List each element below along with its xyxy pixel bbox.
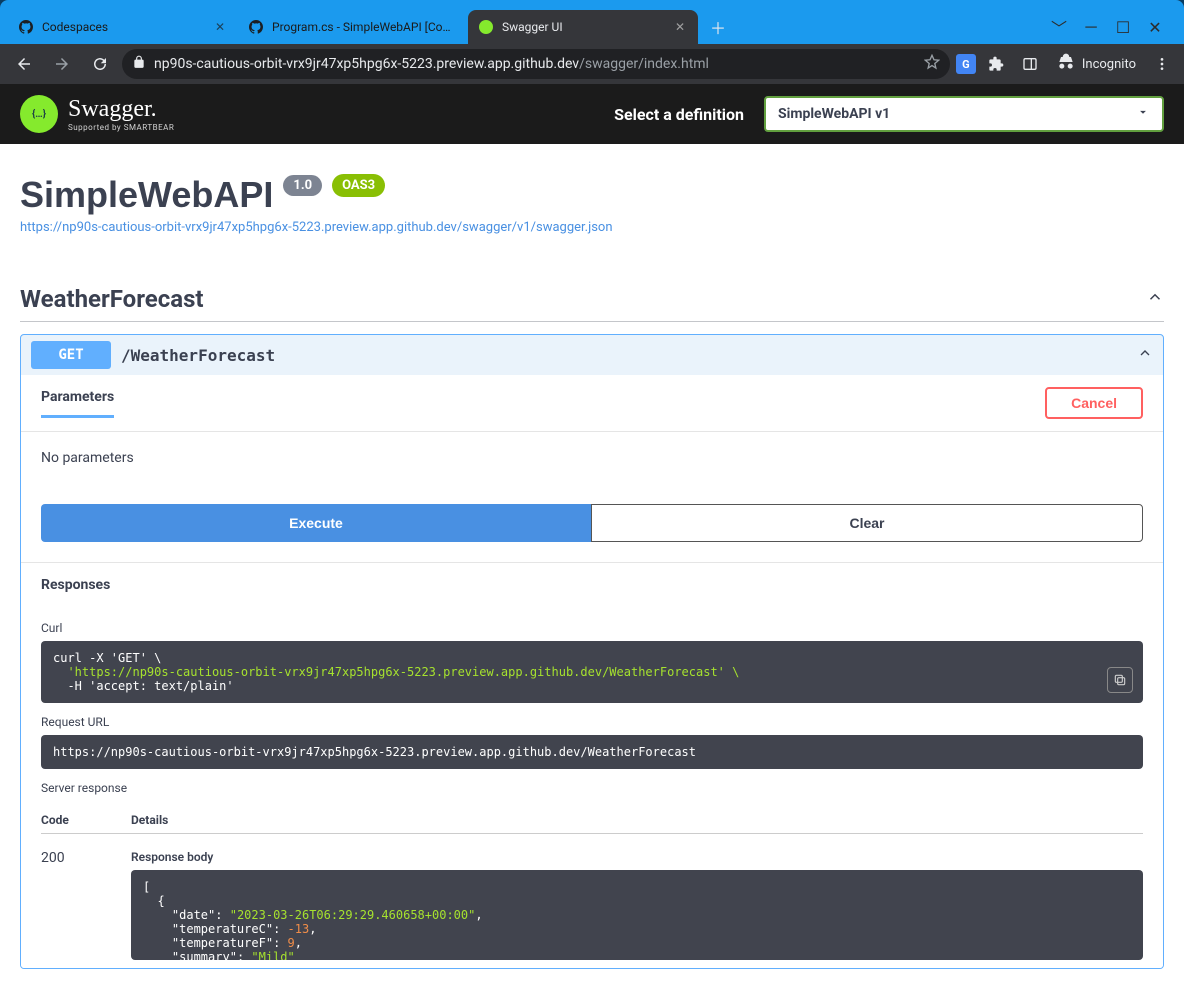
oas-badge: OAS3	[332, 174, 385, 197]
clear-button[interactable]: Clear	[591, 504, 1143, 542]
operation-summary[interactable]: GET /WeatherForecast	[21, 335, 1163, 375]
execute-button[interactable]: Execute	[41, 504, 591, 542]
swagger-body: SimpleWebAPI 1.0 OAS3 https://np90s-caut…	[0, 144, 1184, 999]
chevron-up-icon	[1146, 288, 1164, 310]
chevron-down-icon	[1136, 105, 1150, 123]
minimize-icon[interactable]: ─	[1084, 20, 1098, 34]
definition-select[interactable]: SimpleWebAPI v1	[764, 96, 1164, 132]
menu-icon[interactable]	[1148, 50, 1176, 78]
api-title-row: SimpleWebAPI 1.0 OAS3	[20, 174, 1164, 216]
tab-title: Program.cs - SimpleWebAPI [Co…	[272, 20, 458, 34]
code-column-header: Code	[41, 813, 131, 827]
swagger-brand: Swagger.	[68, 96, 174, 123]
details-column-header: Details	[131, 813, 168, 827]
tab-swagger-ui[interactable]: Swagger UI ✕	[468, 10, 698, 44]
swagger-topbar: {…} Swagger. Supported by SMARTBEAR Sele…	[0, 84, 1184, 144]
tag-section: WeatherForecast GET /WeatherForecast	[20, 285, 1164, 969]
back-button[interactable]	[8, 48, 40, 80]
close-window-icon[interactable]: ✕	[1148, 20, 1162, 34]
window-controls: ﹀ ─ ☐ ✕	[1052, 20, 1176, 44]
spec-url-link[interactable]: https://np90s-cautious-orbit-vrx9jr47xp5…	[20, 220, 1164, 235]
definition-selected: SimpleWebAPI v1	[778, 106, 890, 122]
response-json[interactable]: [ { "date": "2023-03-26T06:29:29.460658+…	[131, 870, 1143, 960]
chevron-up-icon	[1137, 345, 1153, 365]
tab-codespaces[interactable]: Codespaces ✕	[8, 10, 238, 44]
swagger-icon	[478, 19, 494, 35]
tag-name: WeatherForecast	[20, 285, 204, 313]
tab-program-cs[interactable]: Program.cs - SimpleWebAPI [Co…	[238, 10, 468, 44]
new-tab-button[interactable]: ＋	[704, 13, 732, 41]
response-row: 200 Response body [ { "date": "2023-03-2…	[41, 834, 1143, 960]
response-table-header: Code Details	[41, 805, 1143, 834]
cancel-button[interactable]: Cancel	[1045, 387, 1143, 419]
response-details: Response body [ { "date": "2023-03-26T06…	[131, 850, 1143, 960]
omnibox[interactable]: np90s-cautious-orbit-vrx9jr47xp5hpg6x-52…	[122, 49, 950, 79]
server-response-label: Server response	[41, 781, 1143, 795]
copy-icon[interactable]	[1107, 667, 1133, 693]
response-body-label: Response body	[131, 850, 1143, 864]
operation-body: Parameters Cancel No parameters Execute …	[21, 375, 1163, 968]
swagger-logo-text: Swagger. Supported by SMARTBEAR	[68, 96, 174, 132]
incognito-icon	[1056, 52, 1076, 76]
lock-icon	[132, 55, 146, 73]
operation-block: GET /WeatherForecast Parameters Cancel N…	[20, 334, 1164, 969]
translate-icon[interactable]: G	[956, 54, 976, 74]
close-icon[interactable]: ✕	[672, 19, 688, 35]
request-url-block: https://np90s-cautious-orbit-vrx9jr47xp5…	[41, 735, 1143, 769]
execute-row: Execute Clear	[21, 484, 1163, 562]
tabs-strip: Codespaces ✕ Program.cs - SimpleWebAPI […	[8, 0, 1052, 44]
browser-window: Codespaces ✕ Program.cs - SimpleWebAPI […	[0, 0, 1184, 1007]
extensions-icon[interactable]	[982, 50, 1010, 78]
chevron-down-icon[interactable]: ﹀	[1052, 20, 1066, 34]
swagger-logo-icon: {…}	[20, 95, 58, 133]
curl-label: Curl	[41, 621, 1143, 635]
reload-button[interactable]	[84, 48, 116, 80]
swagger-sub: Supported by SMARTBEAR	[68, 123, 174, 132]
request-url-label: Request URL	[41, 715, 1143, 729]
tag-header[interactable]: WeatherForecast	[20, 285, 1164, 322]
curl-block: curl -X 'GET' \ 'https://np90s-cautious-…	[41, 641, 1143, 703]
parameters-tab[interactable]: Parameters	[41, 389, 114, 418]
tab-title: Swagger UI	[502, 20, 664, 34]
incognito-chip[interactable]: Incognito	[1050, 52, 1142, 76]
titlebar: Codespaces ✕ Program.cs - SimpleWebAPI […	[0, 0, 1184, 44]
responses-header: Responses	[21, 562, 1163, 601]
incognito-label: Incognito	[1082, 57, 1136, 72]
definition-label: Select a definition	[614, 105, 744, 124]
parameters-bar: Parameters Cancel	[21, 375, 1163, 432]
responses-section: Curl curl -X 'GET' \ 'https://np90s-caut…	[21, 601, 1163, 968]
star-icon[interactable]	[924, 54, 940, 74]
maximize-icon[interactable]: ☐	[1116, 20, 1130, 34]
forward-button[interactable]	[46, 48, 78, 80]
swagger-logo: {…} Swagger. Supported by SMARTBEAR	[20, 95, 174, 133]
github-icon	[18, 19, 34, 35]
github-icon	[248, 19, 264, 35]
method-badge: GET	[31, 341, 111, 369]
operation-path: /WeatherForecast	[121, 346, 275, 365]
response-code: 200	[41, 850, 131, 960]
parameters-content: No parameters	[21, 432, 1163, 484]
url-text: np90s-cautious-orbit-vrx9jr47xp5hpg6x-52…	[154, 56, 916, 72]
api-title: SimpleWebAPI	[20, 174, 273, 216]
viewport[interactable]: {…} Swagger. Supported by SMARTBEAR Sele…	[0, 84, 1184, 1007]
tab-title: Codespaces	[42, 20, 204, 34]
side-panel-icon[interactable]	[1016, 50, 1044, 78]
close-icon[interactable]: ✕	[212, 19, 228, 35]
address-bar: np90s-cautious-orbit-vrx9jr47xp5hpg6x-52…	[0, 44, 1184, 84]
version-badge: 1.0	[283, 175, 322, 196]
